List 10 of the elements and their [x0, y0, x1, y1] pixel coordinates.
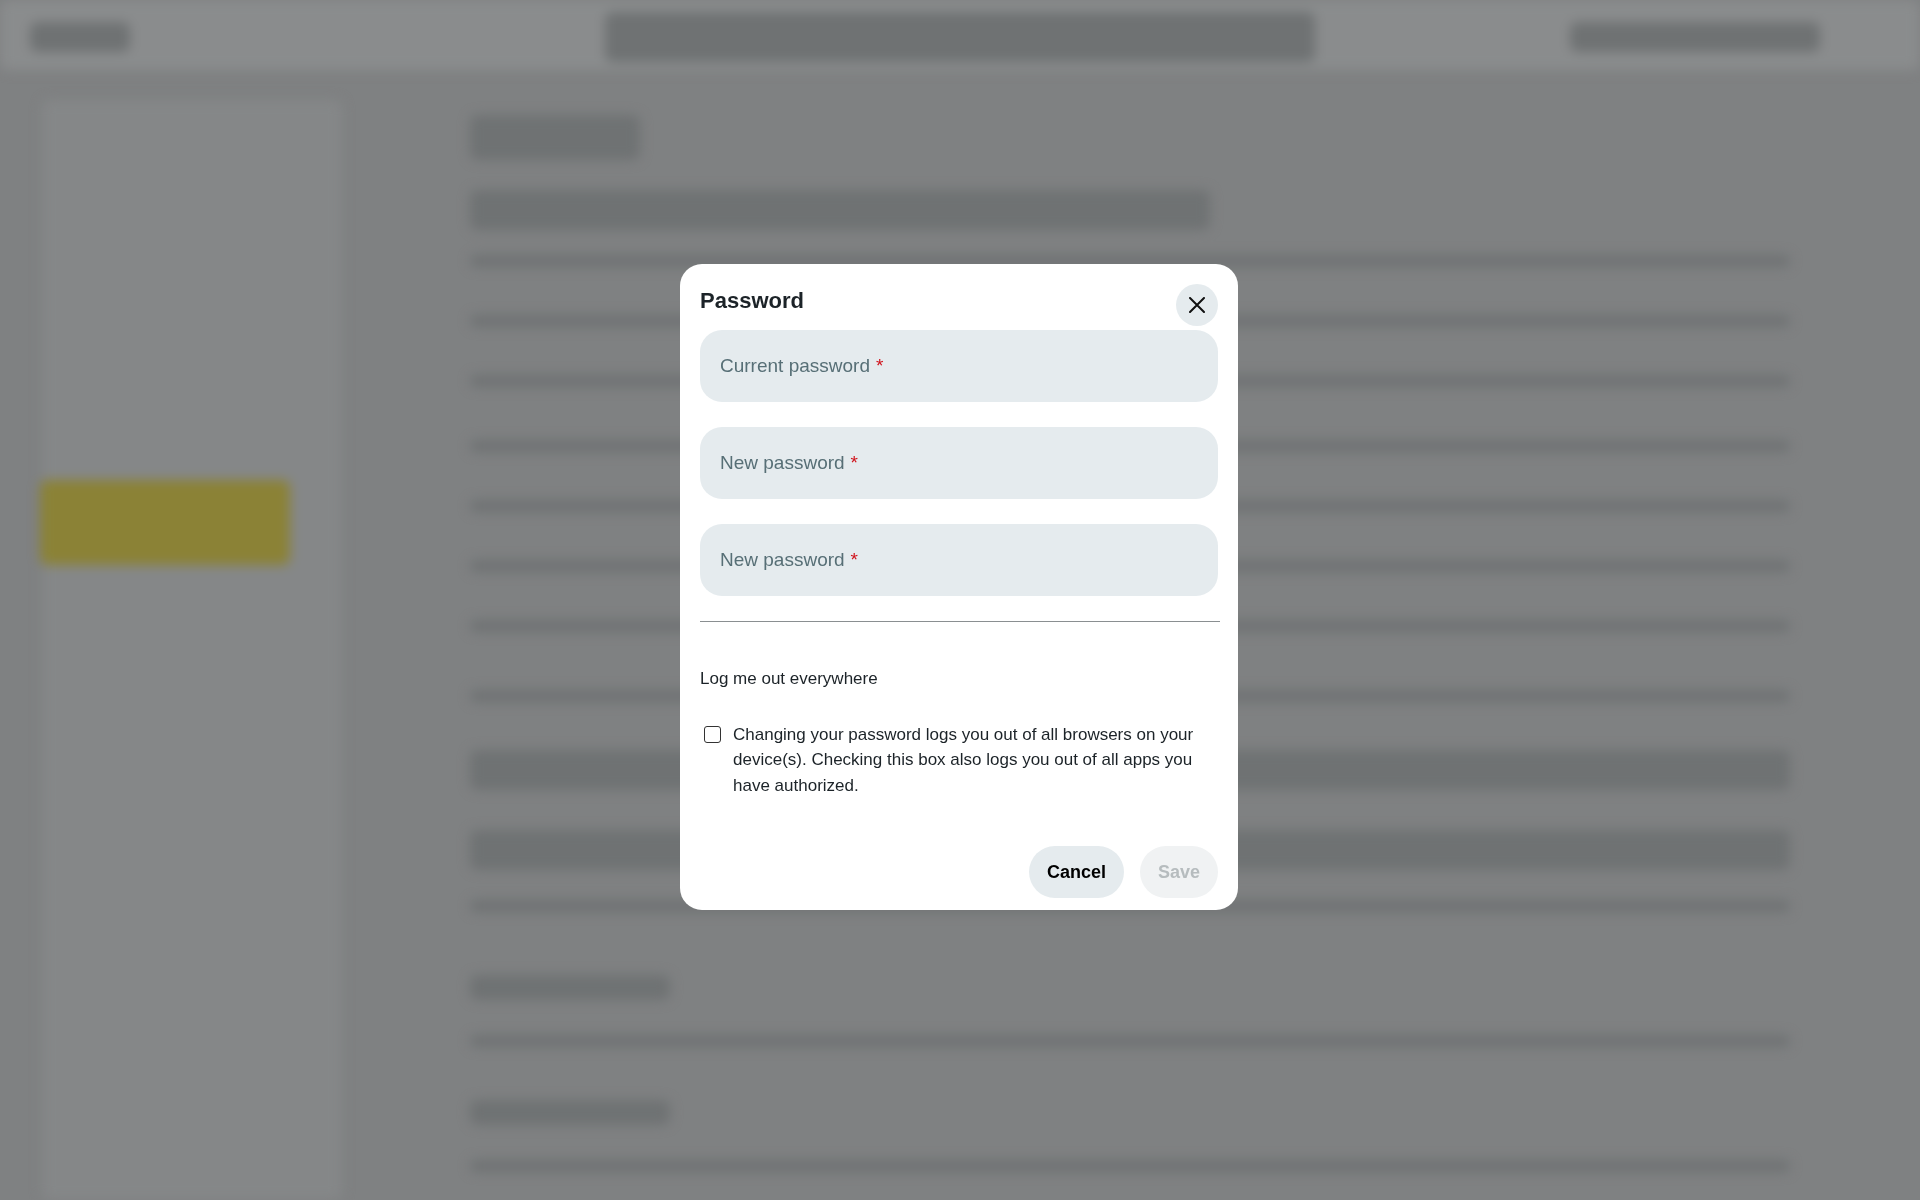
dialog-title: Password — [700, 288, 804, 315]
checkbox-label: Changing your password logs you out of all browsers on your device(s). Checking this box also logs you out of all apps you have authorized. — [733, 723, 1195, 797]
password-field[interactable]: New password * — [700, 427, 1218, 499]
section-label: Log me out everywhere — [700, 668, 879, 690]
close-icon — [1189, 297, 1205, 313]
checkbox[interactable] — [704, 725, 721, 743]
password-field[interactable]: Current password * — [700, 330, 1218, 402]
close-button[interactable] — [1176, 284, 1218, 326]
cancel-button[interactable]: Cancel — [1028, 846, 1124, 898]
password-field[interactable]: New password * — [700, 524, 1218, 596]
